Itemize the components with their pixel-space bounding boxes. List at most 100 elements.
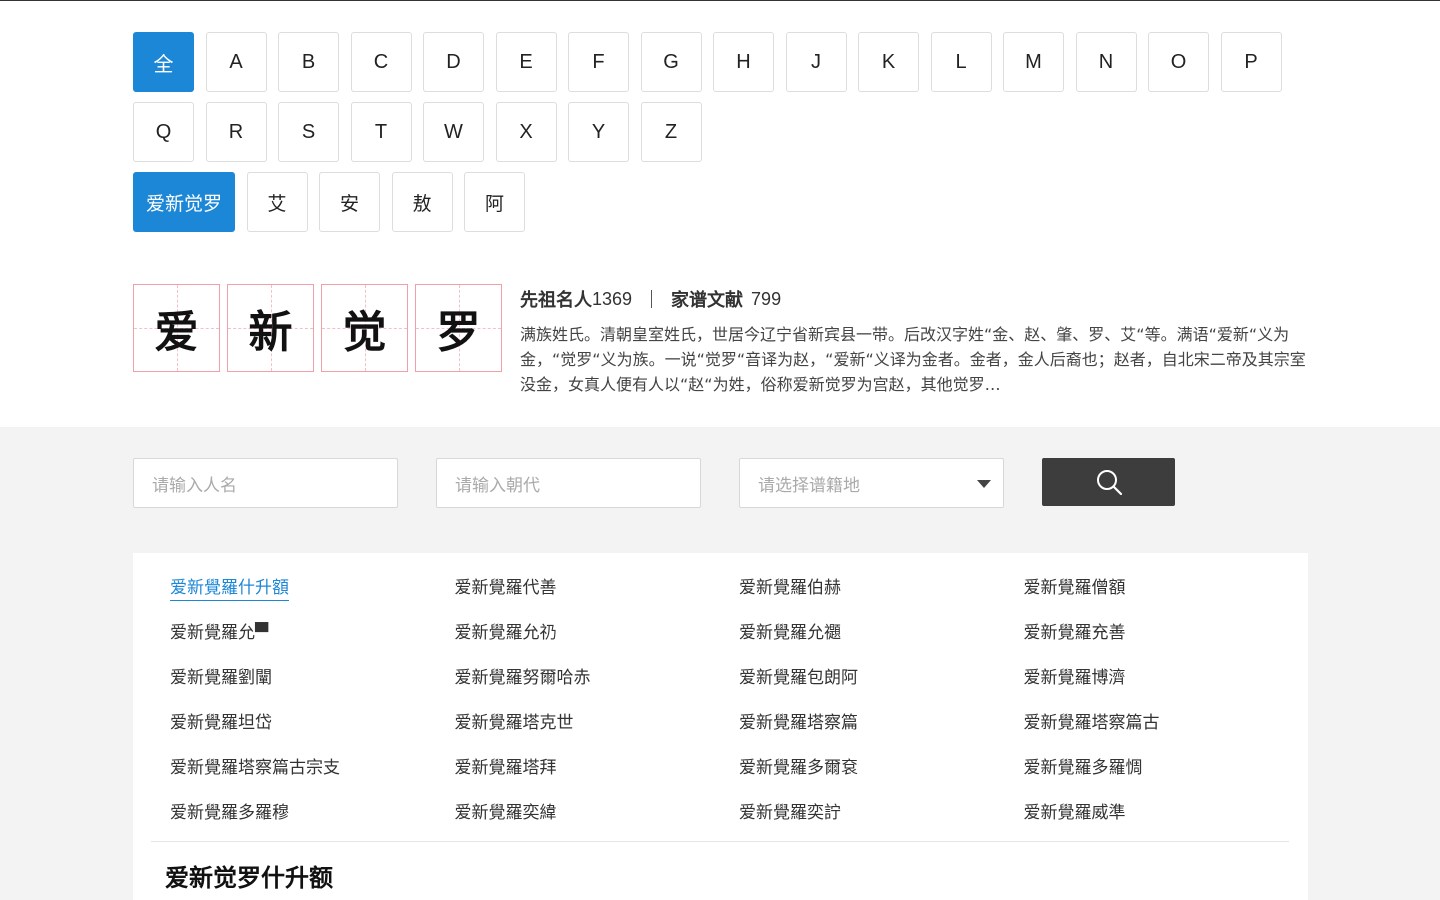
surname-button[interactable]: 敖 bbox=[391, 172, 453, 232]
result-cell: 爱新覺羅塔克世 bbox=[455, 710, 740, 755]
person-link[interactable]: 爱新覺羅坦岱 bbox=[170, 713, 272, 733]
result-cell: 爱新覺羅什升額 bbox=[170, 575, 455, 620]
result-cell: 爱新覺羅伯赫 bbox=[739, 575, 1024, 620]
letter-filter: 全ABCDEFGHJKLMNOP QRSTWXYZ 爱新觉罗艾安敖阿 bbox=[133, 32, 1293, 232]
surname-character-box: 觉 bbox=[321, 284, 408, 372]
person-link[interactable]: 爱新覺羅允礽 bbox=[455, 623, 557, 643]
origin-select-placeholder: 请选择谱籍地 bbox=[758, 475, 860, 496]
results-grid: 爱新覺羅什升額 爱新覺羅代善 爱新覺羅伯赫 爱新覺羅僧額 爱新覺羅允▀ 爱新覺羅允礽 爱新覺… bbox=[170, 575, 1308, 845]
docs-count: 799 bbox=[751, 288, 782, 309]
person-link[interactable]: 爱新覺羅什升額 bbox=[170, 578, 289, 601]
letter-button[interactable]: L bbox=[930, 32, 992, 92]
person-link[interactable]: 爱新覺羅多羅穆 bbox=[170, 803, 289, 823]
letter-button[interactable]: B bbox=[278, 32, 339, 92]
person-link[interactable]: 爱新覺羅包朗阿 bbox=[739, 668, 858, 688]
person-link[interactable]: 爱新覺羅僧額 bbox=[1024, 578, 1126, 598]
surname-description: 满族姓氏。清朝皇室姓氏，世居今辽宁省新宾县一带。后改汉字姓“金、赵、肇、罗、艾“… bbox=[520, 325, 1306, 394]
letter-button[interactable]: M bbox=[1003, 32, 1064, 92]
person-link[interactable]: 爱新覺羅多羅惆 bbox=[1024, 758, 1143, 778]
results-row: 爱新覺羅塔察篇古宗支 爱新覺羅塔拜 爱新覺羅多爾袞 爱新覺羅多羅惆 bbox=[170, 755, 1308, 800]
letter-button[interactable]: G bbox=[640, 32, 702, 92]
surname-characters: 爱新觉罗 bbox=[133, 284, 509, 372]
letter-button[interactable]: E bbox=[495, 32, 557, 92]
person-link[interactable]: 爱新覺羅奕詝 bbox=[739, 803, 841, 823]
letter-button[interactable]: W bbox=[423, 102, 484, 162]
person-link[interactable]: 爱新覺羅塔察篇古宗支 bbox=[170, 758, 340, 778]
person-link[interactable]: 爱新覺羅伯赫 bbox=[739, 578, 841, 598]
result-cell: 爱新覺羅允礽 bbox=[455, 620, 740, 665]
letter-row-2: QRSTWXYZ bbox=[133, 102, 1293, 162]
results-row: 爱新覺羅多羅穆 爱新覺羅奕緯 爱新覺羅奕詝 爱新覺羅威準 bbox=[170, 800, 1308, 845]
result-cell: 爱新覺羅劉闡 bbox=[170, 665, 455, 710]
surname-character: 爱 bbox=[154, 307, 199, 358]
letter-button[interactable]: X bbox=[495, 102, 557, 162]
letter-button[interactable]: R bbox=[205, 102, 267, 162]
person-link[interactable]: 爱新覺羅劉闡 bbox=[170, 668, 272, 688]
results-row: 爱新覺羅允▀ 爱新覺羅允礽 爱新覺羅允禵 爱新覺羅充善 bbox=[170, 620, 1308, 665]
stats-divider bbox=[651, 290, 653, 308]
dynasty-input[interactable]: 请输入朝代 bbox=[436, 458, 701, 508]
person-link[interactable]: 爱新覺羅博濟 bbox=[1024, 668, 1126, 688]
name-input[interactable]: 请输入人名 bbox=[133, 458, 398, 508]
letter-button[interactable]: K bbox=[858, 32, 919, 92]
result-cell: 爱新覺羅代善 bbox=[455, 575, 740, 620]
person-link[interactable]: 爱新覺羅允▀ bbox=[170, 623, 268, 643]
surname-button[interactable]: 阿 bbox=[464, 172, 526, 232]
top-border bbox=[0, 0, 1440, 1]
person-link[interactable]: 爱新覺羅塔克世 bbox=[455, 713, 574, 733]
result-cell: 爱新覺羅坦岱 bbox=[170, 710, 455, 755]
surname-button[interactable]: 爱新觉罗 bbox=[133, 172, 236, 232]
letter-button[interactable]: H bbox=[713, 32, 774, 92]
person-link[interactable]: 爱新覺羅多爾袞 bbox=[739, 758, 858, 778]
surname-filter: 爱新觉罗艾安敖阿 bbox=[133, 172, 1293, 232]
result-cell: 爱新覺羅奕緯 bbox=[455, 800, 740, 845]
letter-button[interactable]: F bbox=[568, 32, 629, 92]
detail-title: 爱新觉罗什升额 bbox=[165, 864, 333, 892]
letter-button[interactable]: 全 bbox=[133, 32, 194, 92]
surname-character-box: 新 bbox=[227, 284, 314, 372]
origin-select[interactable]: 请选择谱籍地 bbox=[739, 458, 1004, 508]
result-cell: 爱新覺羅塔察篇 bbox=[739, 710, 1024, 755]
caret-down-icon bbox=[977, 480, 991, 488]
letter-button[interactable]: N bbox=[1075, 32, 1137, 92]
search-icon bbox=[1096, 470, 1122, 496]
surname-button[interactable]: 艾 bbox=[246, 172, 308, 232]
result-cell: 爱新覺羅允▀ bbox=[170, 620, 455, 665]
letter-button[interactable]: C bbox=[350, 32, 412, 92]
letter-button[interactable]: D bbox=[423, 32, 484, 92]
person-link[interactable]: 爱新覺羅威準 bbox=[1024, 803, 1126, 823]
letter-button[interactable]: O bbox=[1148, 32, 1209, 92]
result-cell: 爱新覺羅多羅惆 bbox=[1024, 755, 1309, 800]
result-cell: 爱新覺羅充善 bbox=[1024, 620, 1309, 665]
letter-button[interactable]: A bbox=[205, 32, 267, 92]
result-cell: 爱新覺羅努爾哈赤 bbox=[455, 665, 740, 710]
person-link[interactable]: 爱新覺羅塔察篇古 bbox=[1024, 713, 1160, 733]
search-button[interactable] bbox=[1042, 458, 1175, 506]
surname-character-box: 罗 bbox=[415, 284, 502, 372]
person-link[interactable]: 爱新覺羅允禵 bbox=[739, 623, 841, 643]
results-row: 爱新覺羅什升額 爱新覺羅代善 爱新覺羅伯赫 爱新覺羅僧額 bbox=[170, 575, 1308, 620]
person-link[interactable]: 爱新覺羅塔拜 bbox=[455, 758, 557, 778]
surname-character: 觉 bbox=[342, 307, 387, 358]
letter-button[interactable]: Y bbox=[568, 102, 629, 162]
name-input-placeholder: 请输入人名 bbox=[152, 475, 237, 496]
letter-button[interactable]: P bbox=[1220, 32, 1282, 92]
surname-intro: 爱新觉罗 先祖名人 1369 家谱文献 799 满族姓氏。清朝皇室姓氏，世居今辽… bbox=[133, 284, 1308, 394]
letter-button[interactable]: J bbox=[785, 32, 847, 92]
search-section: 请输入人名 请输入朝代 请选择谱籍地 爱新覺羅什升額 爱新覺羅代善 爱新覺羅伯赫 爱新… bbox=[0, 427, 1440, 900]
surname-button[interactable]: 安 bbox=[319, 172, 381, 232]
result-cell: 爱新覺羅奕詝 bbox=[739, 800, 1024, 845]
letter-button[interactable]: T bbox=[350, 102, 412, 162]
letter-row-1: 全ABCDEFGHJKLMNOP bbox=[133, 32, 1293, 92]
person-link[interactable]: 爱新覺羅努爾哈赤 bbox=[455, 668, 591, 688]
person-link[interactable]: 爱新覺羅塔察篇 bbox=[739, 713, 858, 733]
result-cell: 爱新覺羅允禵 bbox=[739, 620, 1024, 665]
letter-button[interactable]: S bbox=[278, 102, 339, 162]
letter-button[interactable]: Z bbox=[640, 102, 702, 162]
letter-button[interactable]: Q bbox=[133, 102, 194, 162]
person-link[interactable]: 爱新覺羅充善 bbox=[1024, 623, 1126, 643]
result-cell: 爱新覺羅威準 bbox=[1024, 800, 1309, 845]
person-link[interactable]: 爱新覺羅代善 bbox=[455, 578, 557, 598]
ancestors-label: 先祖名人 bbox=[520, 290, 592, 311]
person-link[interactable]: 爱新覺羅奕緯 bbox=[455, 803, 557, 823]
